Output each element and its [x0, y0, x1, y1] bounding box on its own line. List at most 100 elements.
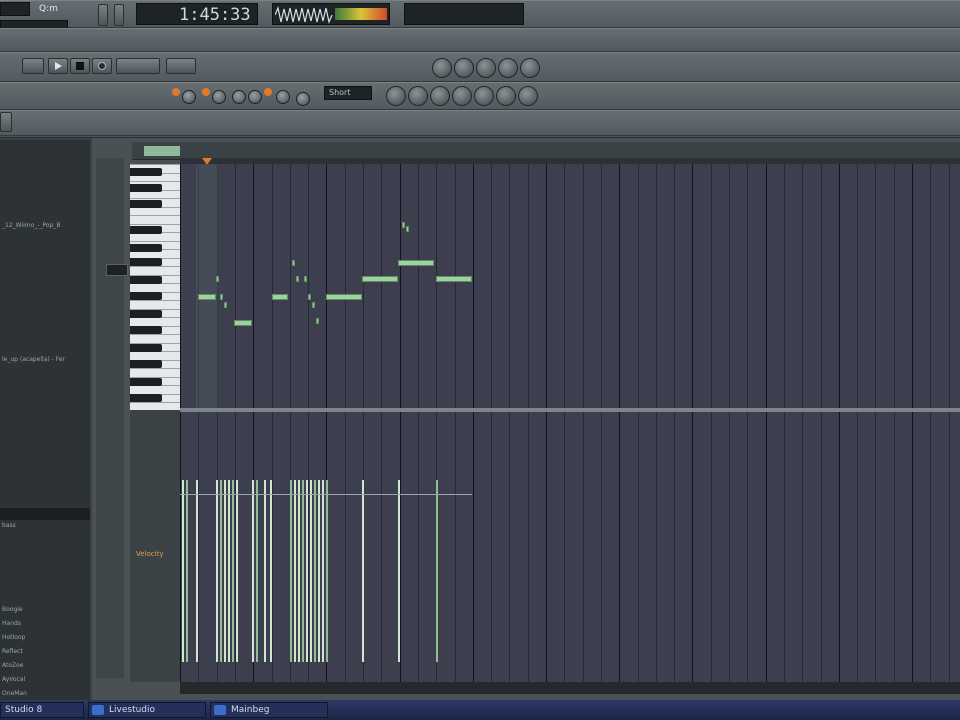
note-grid[interactable] [180, 164, 960, 410]
browser-item[interactable]: Reflect [0, 648, 90, 660]
velocity-bar[interactable] [182, 480, 184, 662]
browser-item[interactable]: le_up (acapella) - Fer [0, 356, 90, 368]
loop-record-button[interactable] [474, 86, 494, 106]
velocity-bar[interactable] [236, 480, 238, 662]
midi-note[interactable] [234, 320, 252, 326]
midi-note[interactable] [308, 294, 311, 300]
velocity-bar[interactable] [302, 480, 304, 662]
record-button[interactable] [92, 58, 112, 74]
velocity-bar[interactable] [326, 480, 328, 662]
preset-display[interactable]: Short [324, 86, 372, 100]
blend-notes-button[interactable] [518, 86, 538, 106]
wait-input-button[interactable] [430, 86, 450, 106]
horizontal-scrollbar[interactable] [180, 682, 960, 694]
black-key[interactable] [130, 310, 162, 318]
velocity-bar[interactable] [220, 480, 222, 662]
velocity-bar[interactable] [264, 480, 266, 662]
midi-note[interactable] [224, 302, 227, 308]
velocity-bar[interactable] [228, 480, 230, 662]
taskbar-item[interactable]: Studio 8 [0, 702, 84, 718]
zoom-box[interactable] [106, 264, 128, 276]
browser-selected-row[interactable] [0, 508, 90, 520]
browser-item[interactable]: Boogie [0, 606, 90, 618]
midi-note[interactable] [312, 302, 315, 308]
black-key[interactable] [130, 184, 162, 192]
browser-item[interactable]: _12_Wiimo_-_Pop_B [0, 222, 90, 234]
velocity-bar[interactable] [290, 480, 292, 662]
midi-note[interactable] [402, 222, 405, 228]
record-mode-button[interactable] [386, 86, 406, 106]
taskbar-item[interactable]: Mainbeg [210, 702, 328, 718]
black-key[interactable] [130, 258, 162, 266]
velocity-bar[interactable] [252, 480, 254, 662]
velocity-bar[interactable] [362, 480, 364, 662]
velocity-bar[interactable] [306, 480, 308, 662]
white-key[interactable] [130, 334, 180, 335]
black-key[interactable] [130, 226, 162, 234]
velocity-lane[interactable] [180, 412, 960, 682]
velocity-bar[interactable] [224, 480, 226, 662]
midi-note[interactable] [292, 260, 295, 266]
white-key[interactable] [130, 223, 180, 225]
black-key[interactable] [130, 326, 162, 334]
velocity-bar[interactable] [310, 480, 312, 662]
countdown-button[interactable] [452, 86, 472, 106]
tool-knob-3[interactable] [232, 90, 246, 104]
tool-knob-5[interactable] [276, 90, 290, 104]
velocity-bar[interactable] [186, 480, 188, 662]
midi-note[interactable] [436, 276, 472, 282]
piano-roll-button[interactable] [476, 58, 496, 78]
black-key[interactable] [130, 394, 162, 402]
midi-note[interactable] [216, 276, 219, 282]
black-key[interactable] [130, 168, 162, 176]
panel-toggle-button[interactable] [0, 112, 12, 132]
white-key[interactable] [130, 164, 180, 165]
midi-note[interactable] [272, 294, 288, 300]
velocity-bar[interactable] [318, 480, 320, 662]
stop-button[interactable] [70, 58, 90, 74]
piano-keyboard[interactable] [130, 164, 180, 412]
velocity-bar[interactable] [314, 480, 316, 662]
velocity-bar[interactable] [322, 480, 324, 662]
browser-button[interactable] [498, 58, 518, 78]
velocity-bar[interactable] [436, 480, 438, 662]
velocity-bar[interactable] [298, 480, 300, 662]
piano-roll-tab[interactable] [144, 146, 180, 156]
white-key[interactable] [130, 240, 180, 242]
midi-note[interactable] [326, 294, 362, 300]
tool-knob-2[interactable] [212, 90, 226, 104]
midi-note[interactable] [198, 294, 216, 300]
browser-item[interactable]: AtoZoe [0, 662, 90, 674]
play-button[interactable] [48, 58, 68, 74]
step-edit-button[interactable] [496, 86, 516, 106]
white-key[interactable] [130, 198, 180, 199]
metronome-button[interactable] [408, 86, 428, 106]
black-key[interactable] [130, 292, 162, 300]
black-key[interactable] [130, 276, 162, 284]
white-key[interactable] [130, 181, 180, 182]
white-key[interactable] [130, 300, 180, 301]
browser-item[interactable]: bass [0, 522, 90, 534]
white-key[interactable] [130, 266, 180, 267]
mixer-button[interactable] [520, 58, 540, 78]
browser-item[interactable]: AyVocal [0, 676, 90, 688]
midi-note[interactable] [316, 318, 319, 324]
browser-item[interactable]: Hotloop [0, 634, 90, 646]
tempo-button[interactable] [116, 58, 160, 74]
midi-note[interactable] [220, 294, 223, 300]
velocity-bar[interactable] [216, 480, 218, 662]
black-key[interactable] [130, 378, 162, 386]
black-key[interactable] [130, 344, 162, 352]
velocity-bar[interactable] [256, 480, 258, 662]
midi-note[interactable] [304, 276, 307, 282]
white-key[interactable] [130, 215, 180, 216]
black-key[interactable] [130, 360, 162, 368]
velocity-bar[interactable] [196, 480, 198, 662]
tool-knob-4[interactable] [248, 90, 262, 104]
snap-button[interactable] [166, 58, 196, 74]
step-sequencer-button[interactable] [454, 58, 474, 78]
black-key[interactable] [130, 200, 162, 208]
midi-note[interactable] [398, 260, 434, 266]
black-key[interactable] [130, 244, 162, 252]
taskbar-item[interactable]: Livestudio [88, 702, 206, 718]
